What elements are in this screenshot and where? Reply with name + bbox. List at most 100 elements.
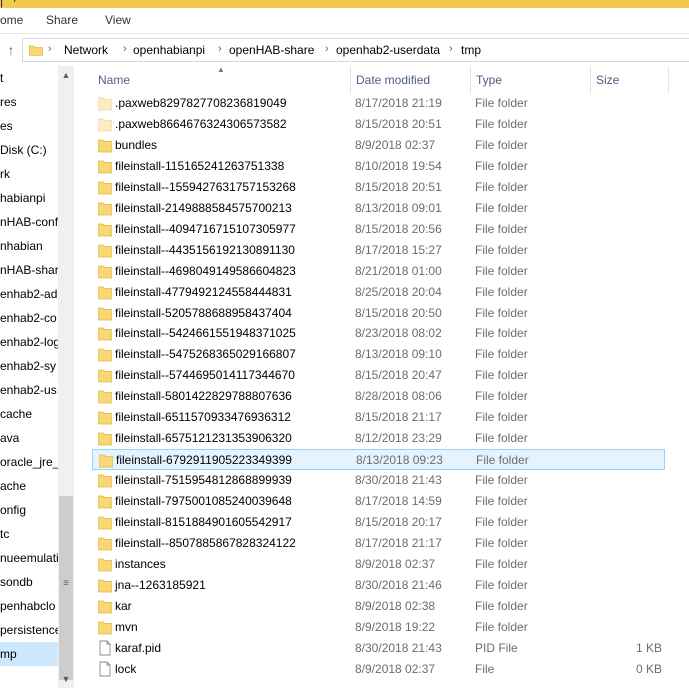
nav-item[interactable]: enhab2-sy — [0, 354, 56, 378]
file-row[interactable]: fileinstall--1559427631757153268 8/15/201… — [92, 177, 665, 198]
file-row[interactable]: fileinstall-7975001085240039648 8/17/2018… — [92, 491, 665, 512]
column-name[interactable]: Name — [92, 66, 351, 94]
nav-item[interactable]: tc — [0, 522, 9, 546]
breadcrumb-chevron-icon[interactable]: › — [325, 43, 329, 55]
nav-item[interactable]: enhab2-log — [0, 330, 58, 354]
scroll-down-arrow-icon[interactable]: ▼ — [58, 674, 74, 684]
nav-item[interactable]: penhabclo — [0, 594, 55, 618]
file-type: File folder — [475, 306, 528, 320]
file-row[interactable]: kar 8/9/2018 02:38 File folder — [92, 596, 665, 617]
nav-item[interactable]: enhab2-ad — [0, 282, 57, 306]
file-date: 8/23/2018 08:02 — [355, 326, 442, 340]
file-row[interactable]: .paxweb8664676324306573582 8/15/2018 20:5… — [92, 114, 665, 135]
nav-item[interactable]: mp — [0, 642, 58, 666]
address-bar-area: ↑ › Network › openhabianpi › openHAB-sha… — [0, 34, 689, 64]
breadcrumb-chevron-icon[interactable]: › — [123, 43, 127, 55]
file-row[interactable]: fileinstall-6575121231353906320 8/12/2018… — [92, 428, 665, 449]
navigation-pane: t res es Disk (C:) rk habianpi nHAB-conf nhabia… — [0, 66, 58, 688]
file-row[interactable]: fileinstall-5205788688958437404 8/15/2018… — [92, 303, 665, 324]
breadcrumb-chevron-icon[interactable]: › — [449, 43, 453, 55]
nav-item[interactable]: Disk (C:) — [0, 138, 47, 162]
breadcrumb-chevron-icon[interactable]: › — [218, 43, 222, 55]
file-type: File folder — [475, 557, 528, 571]
nav-item[interactable]: habianpi — [0, 186, 45, 210]
file-row[interactable]: karaf.pid 8/30/2018 21:43 PID File 1 KB — [92, 638, 665, 659]
file-row[interactable]: fileinstall--4698049149586604823 8/21/201… — [92, 261, 665, 282]
file-name: fileinstall-5205788688958437404 — [115, 306, 292, 320]
breadcrumb-chevron-icon[interactable]: › — [48, 43, 52, 55]
nav-item[interactable]: t — [0, 66, 3, 90]
nav-item[interactable]: nHAB-conf — [0, 210, 58, 234]
file-row[interactable]: jna--1263185921 8/30/2018 21:46 File folde… — [92, 575, 665, 596]
nav-item[interactable]: sondb — [0, 570, 33, 594]
file-row[interactable]: fileinstall-6511570933476936312 8/15/2018… — [92, 407, 665, 428]
breadcrumb-openhab2-userdata[interactable]: openhab2-userdata — [336, 43, 440, 57]
column-date-modified[interactable]: Date modified — [350, 66, 471, 94]
file-type: File folder — [475, 138, 528, 152]
file-icon — [99, 661, 111, 677]
nav-item[interactable]: es — [0, 114, 13, 138]
file-row[interactable]: fileinstall--5744695014117344670 8/15/201… — [92, 365, 665, 386]
file-row[interactable]: fileinstall-2149888584575700213 8/13/2018… — [92, 198, 665, 219]
folder-icon — [98, 495, 112, 509]
scroll-up-arrow-icon[interactable]: ▲ — [58, 70, 74, 80]
file-row[interactable]: fileinstall--4094716715107305977 8/15/201… — [92, 219, 665, 240]
file-row[interactable]: fileinstall-115165241263751338 8/10/2018 … — [92, 156, 665, 177]
file-row[interactable]: fileinstall--5424661551948371025 8/23/201… — [92, 323, 665, 344]
nav-item[interactable]: nhabian — [0, 234, 43, 258]
file-date: 8/13/2018 09:10 — [355, 347, 442, 361]
nav-item[interactable]: nueemulati — [0, 546, 58, 570]
nav-item[interactable]: enhab2-us — [0, 378, 57, 402]
nav-item[interactable]: ache — [0, 474, 26, 498]
nav-item[interactable]: res — [0, 90, 17, 114]
nav-item[interactable]: enhab2-co — [0, 306, 57, 330]
folder-icon — [98, 537, 112, 551]
file-date: 8/9/2018 02:37 — [355, 557, 436, 571]
breadcrumb-openhabianpi[interactable]: openhabianpi — [133, 43, 205, 57]
file-row[interactable]: fileinstall-4779492124558444831 8/25/2018… — [92, 282, 665, 303]
tab-view[interactable]: View — [105, 13, 131, 27]
file-row[interactable]: lock 8/9/2018 02:37 File 0 KB — [92, 659, 665, 680]
file-row[interactable]: .paxweb8297827708236819049 8/17/2018 21:1… — [92, 93, 665, 114]
breadcrumb-network[interactable]: Network — [64, 43, 108, 57]
folder-icon — [98, 474, 112, 488]
file-row[interactable]: instances 8/9/2018 02:37 File folder — [92, 554, 665, 575]
file-row[interactable]: bundles 8/9/2018 02:37 File folder — [92, 135, 665, 156]
file-name: instances — [115, 557, 166, 571]
nav-item[interactable]: ava — [0, 426, 19, 450]
nav-item[interactable]: nHAB-shar — [0, 258, 58, 282]
nav-scrollbar[interactable]: ▲ ≡ ▼ — [58, 66, 74, 688]
breadcrumb-tmp[interactable]: tmp — [461, 43, 481, 57]
tab-share[interactable]: Share — [46, 13, 78, 27]
file-row[interactable]: fileinstall--4435156192130891130 8/17/201… — [92, 240, 665, 261]
nav-item[interactable]: oracle_jre_ — [0, 450, 58, 474]
address-bar[interactable]: › Network › openhabianpi › openHAB-share… — [22, 38, 689, 62]
folder-icon — [98, 265, 112, 279]
column-size[interactable]: Size — [590, 66, 669, 94]
breadcrumb-openhab-share[interactable]: openHAB-share — [229, 43, 314, 57]
folder-icon — [98, 390, 112, 404]
up-arrow-icon[interactable]: ↑ — [2, 42, 20, 58]
file-row[interactable]: fileinstall--8507885867828324122 8/17/201… — [92, 533, 665, 554]
file-date: 8/30/2018 21:43 — [355, 473, 442, 487]
file-row[interactable]: fileinstall-7515954812868899939 8/30/2018… — [92, 470, 665, 491]
nav-item[interactable]: onfig — [0, 498, 26, 522]
scrollbar-grip-icon: ≡ — [63, 578, 69, 589]
file-row[interactable]: mvn 8/9/2018 19:22 File folder — [92, 617, 665, 638]
nav-item[interactable]: rk — [0, 162, 10, 186]
file-row[interactable]: fileinstall-8151884901605542917 8/15/2018… — [92, 512, 665, 533]
file-date: 8/15/2018 20:47 — [355, 368, 442, 382]
file-type: File folder — [475, 473, 528, 487]
file-date: 8/15/2018 20:51 — [355, 180, 442, 194]
file-row[interactable]: fileinstall--5475268365029166807 8/13/201… — [92, 344, 665, 365]
file-date: 8/15/2018 20:51 — [355, 117, 442, 131]
title-bar: ome | tmp — [0, 0, 689, 8]
file-type: File folder — [475, 599, 528, 613]
file-type: File folder — [475, 326, 528, 340]
nav-item[interactable]: cache — [0, 402, 32, 426]
file-row[interactable]: fileinstall-6792911905223349399 8/13/2018… — [92, 449, 665, 470]
nav-item[interactable]: persistence — [0, 618, 58, 642]
file-row[interactable]: fileinstall-5801422829788807636 8/28/2018… — [92, 386, 665, 407]
tab-home[interactable]: ome — [0, 13, 23, 27]
column-type[interactable]: Type — [470, 66, 591, 94]
